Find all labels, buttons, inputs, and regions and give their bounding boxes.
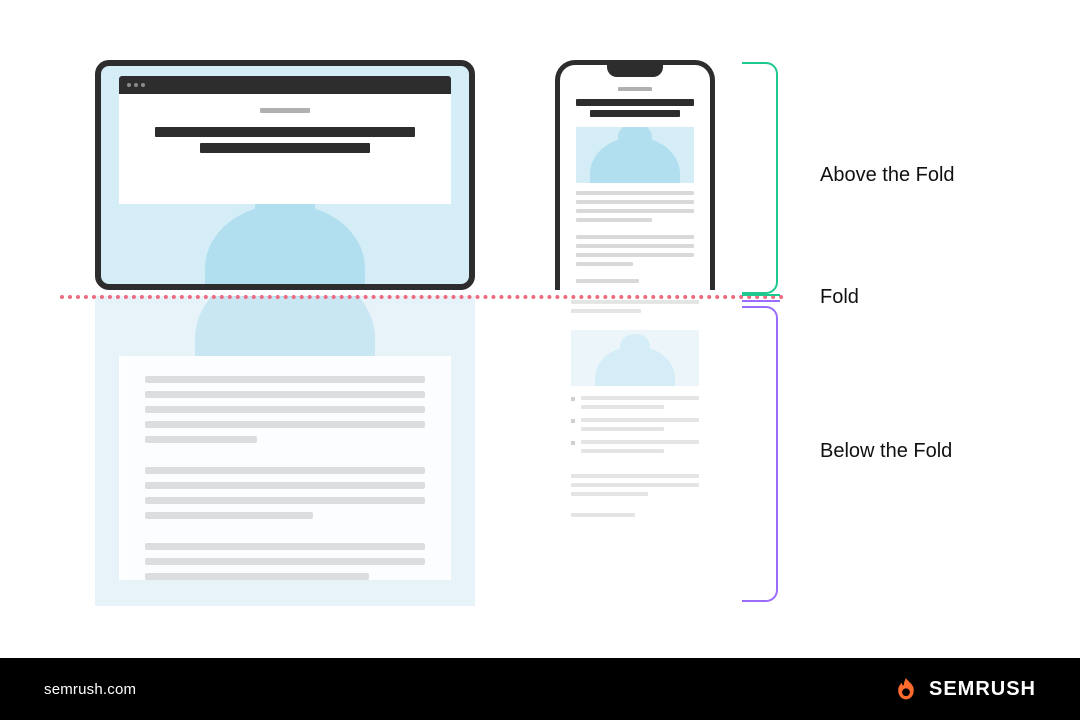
browser-chrome xyxy=(119,76,451,94)
diagram-canvas: Above the Fold Fold Below the Fold xyxy=(0,0,1080,650)
bracket-fold-tick xyxy=(742,294,780,302)
phone-notch xyxy=(607,63,663,77)
subheadline-placeholder xyxy=(200,143,370,153)
label-below-fold: Below the Fold xyxy=(820,440,952,463)
mobile-device xyxy=(555,60,715,290)
hero-image-placeholder xyxy=(119,204,451,284)
meta-text-placeholder xyxy=(260,108,310,113)
bracket-above-fold xyxy=(742,62,778,294)
headline-placeholder xyxy=(576,99,694,106)
hero-image-placeholder xyxy=(576,127,694,183)
subheadline-placeholder xyxy=(590,110,680,117)
label-above-fold: Above the Fold xyxy=(820,164,955,187)
brand-logo: SEMRUSH xyxy=(893,676,1036,702)
desktop-device xyxy=(95,60,475,290)
headline-placeholder xyxy=(155,127,415,137)
mobile-below-fold xyxy=(555,296,715,606)
bracket-below-fold xyxy=(742,306,778,602)
footer-site-url: semrush.com xyxy=(44,681,136,698)
desktop-below-fold xyxy=(95,296,475,606)
label-fold: Fold xyxy=(820,286,859,309)
meta-text-placeholder xyxy=(618,87,652,91)
fire-icon xyxy=(893,676,919,702)
brand-name: SEMRUSH xyxy=(929,678,1036,701)
footer-bar: semrush.com SEMRUSH xyxy=(0,658,1080,720)
fold-line xyxy=(60,295,784,299)
